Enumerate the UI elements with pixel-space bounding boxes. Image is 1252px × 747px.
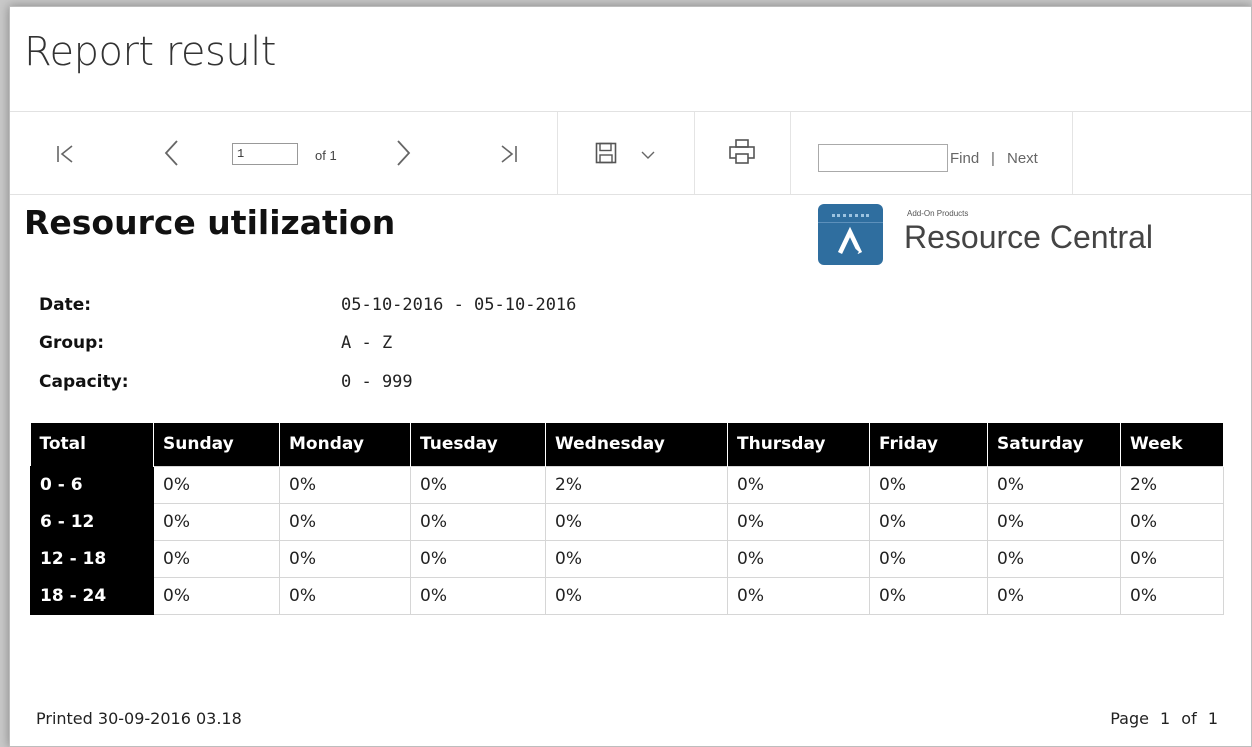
find-separator: |	[991, 150, 995, 167]
table-cell: 0%	[410, 576, 546, 615]
table-cell: 0%	[987, 539, 1121, 578]
table-cell: 0%	[545, 502, 728, 541]
next-page-icon[interactable]	[388, 138, 418, 168]
table-row: 18 - 24 0% 0% 0% 0% 0% 0% 0% 0%	[30, 576, 1224, 615]
table-cell: 0%	[279, 576, 411, 615]
row-label: 18 - 24	[30, 576, 154, 615]
table-cell: 0%	[279, 539, 411, 578]
table-cell: 0%	[869, 539, 988, 578]
table-row: 0 - 6 0% 0% 0% 2% 0% 0% 0% 2%	[30, 465, 1224, 504]
table-cell: 2%	[1120, 465, 1224, 504]
table-cell: 0%	[1120, 576, 1224, 615]
toolbar-divider	[557, 112, 558, 194]
table-cell: 2%	[545, 465, 728, 504]
group-value: A - Z	[341, 333, 393, 353]
table-cell: 0%	[279, 502, 411, 541]
table-cell: 0%	[410, 502, 546, 541]
toolbar-divider	[1072, 112, 1073, 194]
table-cell: 0%	[153, 539, 280, 578]
table-cell: 0%	[153, 502, 280, 541]
table-cell: 0%	[727, 465, 870, 504]
column-header-wednesday: Wednesday	[545, 423, 728, 466]
table-cell: 0%	[727, 502, 870, 541]
table-cell: 0%	[1120, 539, 1224, 578]
table-row: 12 - 18 0% 0% 0% 0% 0% 0% 0% 0%	[30, 539, 1224, 578]
table-cell: 0%	[869, 465, 988, 504]
resource-central-logo-icon	[818, 204, 883, 265]
capacity-value: 0 - 999	[341, 372, 413, 392]
column-header-sunday: Sunday	[153, 423, 280, 466]
chevron-down-icon[interactable]	[640, 148, 656, 162]
table-cell: 0%	[727, 539, 870, 578]
toolbar-divider	[790, 112, 791, 194]
last-page-icon[interactable]	[494, 140, 524, 168]
table-cell: 0%	[545, 539, 728, 578]
row-label: 0 - 6	[30, 465, 154, 504]
column-header-monday: Monday	[279, 423, 411, 466]
column-header-saturday: Saturday	[987, 423, 1121, 466]
capacity-label: Capacity:	[39, 372, 129, 392]
table-header-row: Total Sunday Monday Tuesday Wednesday Th…	[30, 423, 1224, 466]
find-input[interactable]	[818, 144, 948, 172]
group-label: Group:	[39, 333, 105, 353]
table-cell: 0%	[410, 539, 546, 578]
page-number-input[interactable]	[232, 143, 298, 165]
utilization-table: Total Sunday Monday Tuesday Wednesday Th…	[30, 423, 1224, 615]
page-info: Page 1 of 1	[1110, 709, 1218, 728]
logo-name: Resource Central	[904, 219, 1153, 255]
logo-tagline: Add-On Products	[907, 209, 969, 218]
printed-timestamp: Printed 30-09-2016 03.18	[36, 709, 242, 728]
print-icon[interactable]	[725, 136, 759, 168]
row-label: 6 - 12	[30, 502, 154, 541]
table-cell: 0%	[987, 465, 1121, 504]
next-link[interactable]: Next	[1007, 150, 1038, 167]
table-cell: 0%	[545, 576, 728, 615]
table-row: 6 - 12 0% 0% 0% 0% 0% 0% 0% 0%	[30, 502, 1224, 541]
table-cell: 0%	[869, 502, 988, 541]
column-header-tuesday: Tuesday	[410, 423, 546, 466]
report-toolbar: of 1 Find | Next	[10, 111, 1251, 195]
table-cell: 0%	[727, 576, 870, 615]
date-label: Date:	[39, 295, 92, 315]
column-header-thursday: Thursday	[727, 423, 870, 466]
table-cell: 0%	[987, 502, 1121, 541]
date-value: 05-10-2016 - 05-10-2016	[341, 295, 577, 315]
column-header-total: Total	[30, 423, 154, 466]
table-cell: 0%	[153, 465, 280, 504]
table-cell: 0%	[869, 576, 988, 615]
table-cell: 0%	[410, 465, 546, 504]
save-icon[interactable]	[593, 140, 619, 166]
table-cell: 0%	[1120, 502, 1224, 541]
report-title: Resource utilization	[24, 203, 396, 242]
table-cell: 0%	[153, 576, 280, 615]
table-cell: 0%	[987, 576, 1121, 615]
column-header-week: Week	[1120, 423, 1224, 466]
first-page-icon[interactable]	[50, 140, 80, 168]
page-title: Report result	[24, 29, 276, 75]
page-count-label: of 1	[315, 148, 337, 163]
row-label: 12 - 18	[30, 539, 154, 578]
column-header-friday: Friday	[869, 423, 988, 466]
toolbar-divider	[694, 112, 695, 194]
previous-page-icon[interactable]	[157, 138, 187, 168]
report-window: Report result of 1	[9, 6, 1252, 747]
find-link[interactable]: Find	[950, 150, 979, 167]
table-cell: 0%	[279, 465, 411, 504]
